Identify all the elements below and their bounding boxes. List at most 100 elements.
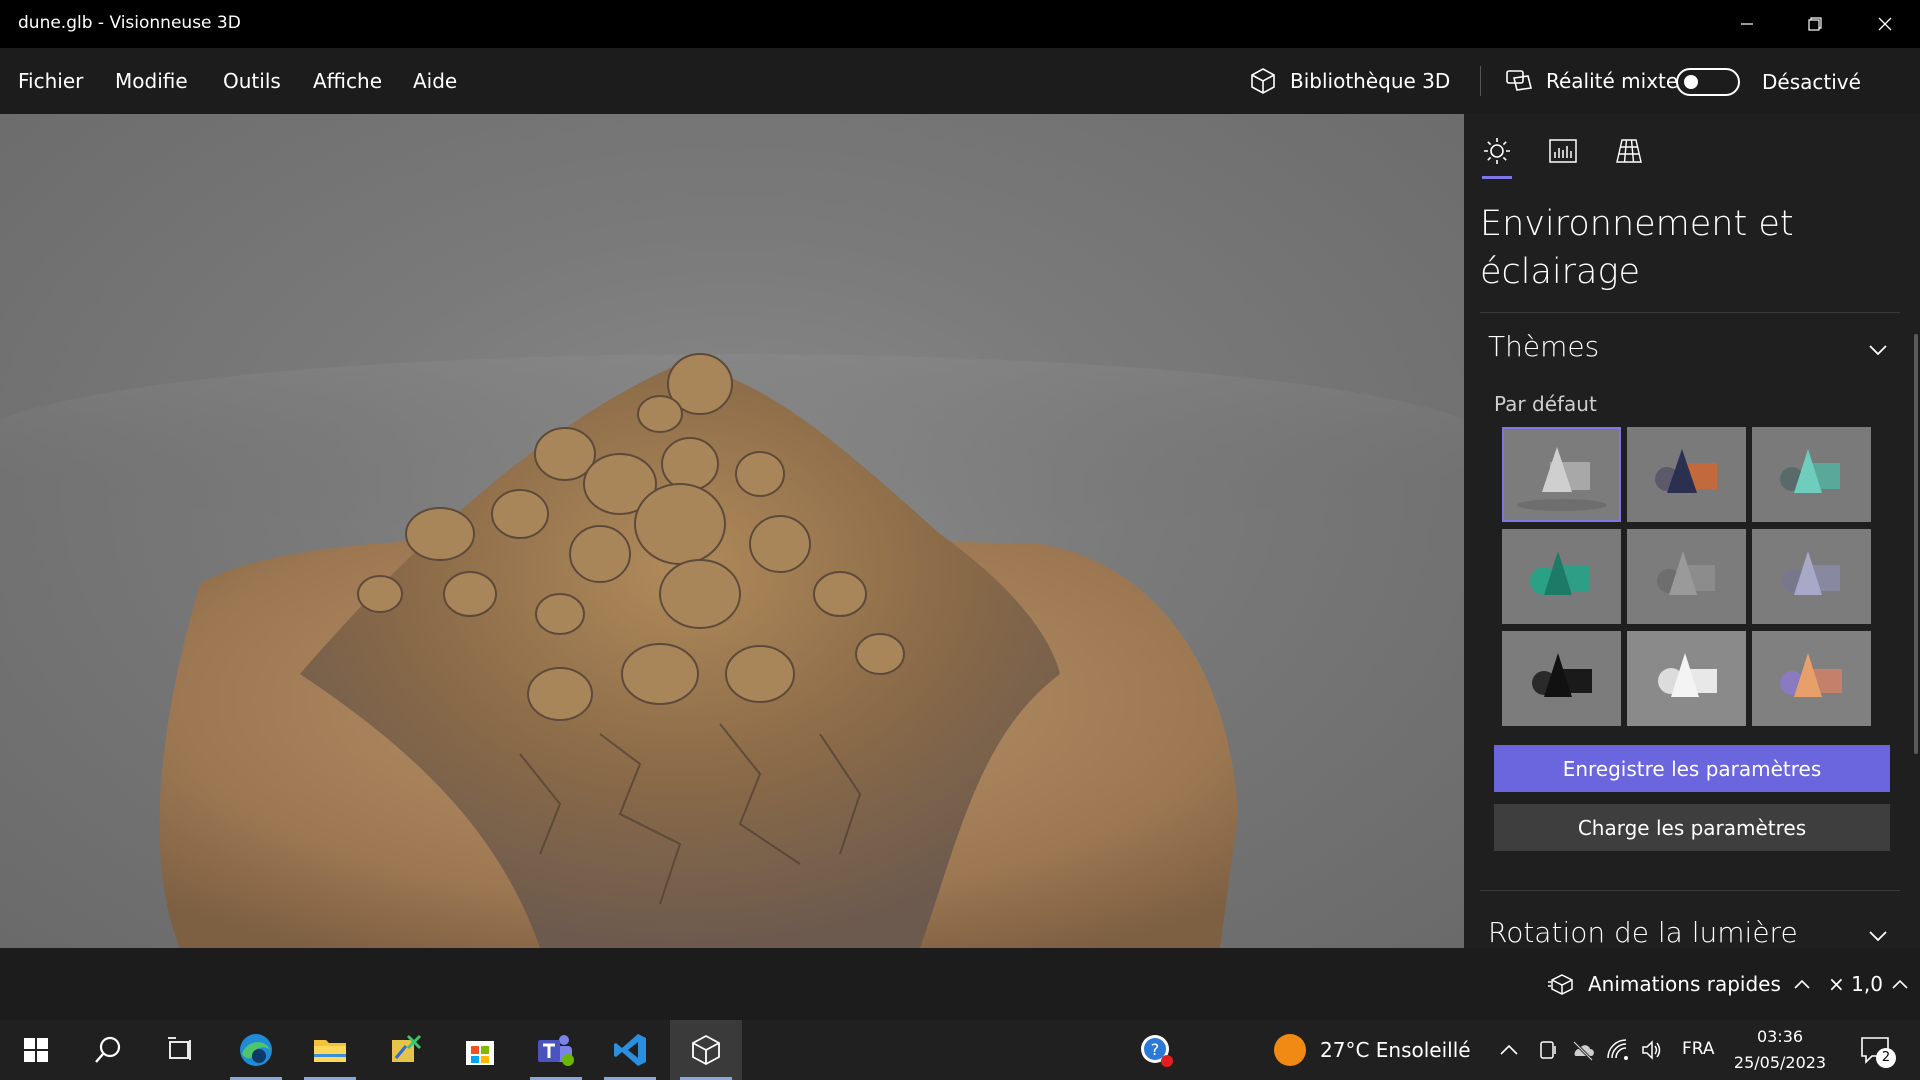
menu-bar: Fichier Modifie Outils Affiche Aide Bibl…: [0, 48, 1920, 114]
close-icon: [1878, 17, 1892, 31]
menu-modifie[interactable]: Modifie: [115, 69, 188, 93]
theme-green[interactable]: [1502, 529, 1621, 624]
light-rotation-section-header[interactable]: Rotation de la lumière: [1488, 916, 1798, 949]
save-settings-button[interactable]: Enregistre les paramètres: [1494, 745, 1890, 792]
3d-viewport[interactable]: [0, 114, 1464, 948]
weather-text[interactable]: 27°C Ensoleillé: [1320, 1038, 1471, 1062]
taskbar-3d-viewer[interactable]: [670, 1020, 742, 1080]
theme-pastel[interactable]: [1752, 631, 1871, 726]
restore-icon: [1808, 17, 1822, 31]
task-view-button[interactable]: [144, 1020, 216, 1080]
help-button[interactable]: ?: [1120, 1020, 1192, 1080]
sun-icon: [1484, 138, 1510, 164]
3d-viewer-icon: [692, 1034, 720, 1066]
onedrive-icon[interactable]: [1570, 1038, 1596, 1062]
speed-control[interactable]: × 1,0: [1828, 972, 1909, 996]
svg-text:?: ?: [1151, 1040, 1160, 1059]
taskbar: ? 27°C Ensoleillé FRA 03:36 25/05/2023 2: [0, 1020, 1920, 1080]
windows-logo-icon: [24, 1038, 48, 1062]
animations-control[interactable]: Animations rapides: [1548, 972, 1811, 996]
search-button[interactable]: [72, 1020, 144, 1080]
taskbar-vscode[interactable]: [594, 1020, 666, 1080]
menu-outils[interactable]: Outils: [223, 69, 281, 93]
chevron-up-icon: [1892, 979, 1908, 989]
clock[interactable]: 03:36 25/05/2023: [1720, 1024, 1840, 1076]
panel-scrollbar[interactable]: [1914, 334, 1918, 754]
clock-time: 03:36: [1756, 1027, 1804, 1046]
device-icon[interactable]: [1536, 1038, 1560, 1062]
title-bar: dune.glb - Visionneuse 3D: [0, 0, 1920, 48]
clock-date: 25/05/2023: [1733, 1053, 1827, 1072]
vscode-icon: [614, 1034, 646, 1066]
toggle-knob: [1684, 75, 1698, 89]
themes-section-header[interactable]: Thèmes: [1488, 330, 1599, 363]
tab-grid[interactable]: [1612, 134, 1646, 168]
app-icon: [392, 1034, 422, 1062]
help-icon: ?: [1141, 1035, 1173, 1067]
theme-dark[interactable]: [1502, 631, 1621, 726]
theme-grey[interactable]: [1627, 529, 1746, 624]
speed-label: × 1,0: [1828, 972, 1883, 996]
notification-count: 2: [1876, 1048, 1896, 1068]
active-tab-indicator: [1482, 176, 1512, 179]
library-button[interactable]: Bibliothèque 3D: [1248, 64, 1450, 98]
taskbar-edge[interactable]: [220, 1020, 292, 1080]
dune-model: [0, 353, 1464, 948]
minimize-button[interactable]: [1713, 0, 1781, 48]
mixed-reality-toggle[interactable]: [1676, 68, 1740, 96]
volume-icon[interactable]: [1640, 1038, 1664, 1062]
settings-panel: Environnement et éclairage Thèmes Par dé…: [1464, 114, 1920, 949]
notifications-button[interactable]: 2: [1854, 1030, 1904, 1070]
menu-affiche[interactable]: Affiche: [313, 69, 382, 93]
library-label: Bibliothèque 3D: [1290, 69, 1451, 93]
stats-icon: [1549, 139, 1577, 163]
mixed-reality-state: Désactivé: [1762, 70, 1861, 94]
animation-cube-icon: [1548, 974, 1573, 995]
chevron-down-icon[interactable]: [1866, 924, 1890, 948]
teams-icon: [538, 1035, 574, 1066]
weather-sun-icon: [1274, 1034, 1306, 1066]
theme-warm[interactable]: [1627, 427, 1746, 522]
edge-browser-icon: [240, 1034, 272, 1066]
theme-lavender[interactable]: [1752, 529, 1871, 624]
mixed-reality-label: Réalité mixte: [1546, 69, 1679, 93]
window-title: dune.glb - Visionneuse 3D: [18, 13, 241, 33]
menu-aide[interactable]: Aide: [413, 69, 457, 93]
cube-icon: [1251, 68, 1275, 94]
taskbar-store[interactable]: [444, 1020, 516, 1080]
grid-icon: [1616, 139, 1642, 163]
chevron-up-icon[interactable]: [1498, 1040, 1520, 1060]
menu-fichier[interactable]: Fichier: [18, 69, 83, 93]
task-view-icon: [168, 1037, 191, 1060]
language-indicator[interactable]: FRA: [1682, 1039, 1715, 1059]
animations-label: Animations rapides: [1588, 972, 1781, 996]
mixed-reality-icon: [1506, 70, 1532, 91]
wifi-icon[interactable]: [1606, 1038, 1630, 1062]
minimize-icon: [1741, 23, 1753, 25]
status-bar: Animations rapides × 1,0: [0, 948, 1920, 1020]
tab-statistics[interactable]: [1546, 134, 1580, 168]
chevron-down-icon[interactable]: [1866, 338, 1890, 362]
mixed-reality-button[interactable]: Réalité mixte: [1504, 64, 1678, 98]
folder-icon: [314, 1040, 346, 1062]
start-button[interactable]: [0, 1020, 72, 1080]
store-icon: [466, 1041, 494, 1065]
taskbar-app[interactable]: [370, 1020, 442, 1080]
taskbar-file-explorer[interactable]: [294, 1020, 366, 1080]
tab-environment[interactable]: [1480, 134, 1514, 168]
load-settings-button[interactable]: Charge les paramètres: [1494, 804, 1890, 851]
theme-grid: [1502, 427, 1878, 726]
theme-teal[interactable]: [1752, 427, 1871, 522]
taskbar-teams[interactable]: [520, 1020, 592, 1080]
theme-default[interactable]: [1502, 427, 1621, 522]
search-icon: [95, 1036, 121, 1063]
panel-title: Environnement et éclairage: [1480, 204, 1794, 292]
chevron-up-icon: [1794, 979, 1810, 989]
close-button[interactable]: [1851, 0, 1919, 48]
restore-button[interactable]: [1781, 0, 1849, 48]
themes-subheading: Par défaut: [1494, 392, 1597, 416]
header-divider: [1480, 66, 1481, 96]
section-divider: [1480, 890, 1900, 891]
theme-light[interactable]: [1627, 631, 1746, 726]
title-divider: [1480, 312, 1900, 313]
